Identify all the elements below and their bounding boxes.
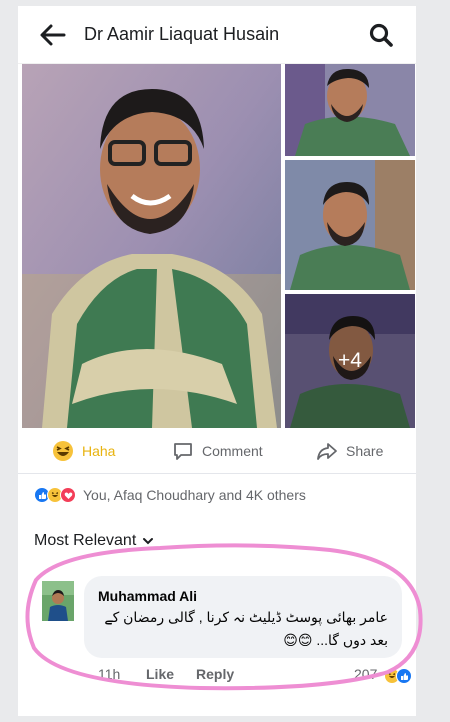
haha-emoji-icon — [53, 441, 73, 461]
comment-button[interactable]: Comment — [172, 440, 263, 462]
photo-thumb-2[interactable] — [285, 160, 415, 290]
comment-icon — [174, 443, 192, 460]
comment-reaction-count: 207 — [354, 666, 378, 682]
search-icon[interactable] — [368, 22, 394, 48]
more-photos-count: +4 — [285, 294, 415, 428]
photo-main[interactable] — [22, 64, 281, 428]
haha-label: Haha — [82, 443, 116, 459]
share-button[interactable]: Share — [316, 440, 383, 462]
comment-reaction-icons[interactable] — [384, 668, 412, 684]
reaction-summary-text: You, Afaq Choudhary and 4K others — [83, 487, 306, 503]
photo-thumb-1[interactable] — [285, 64, 415, 156]
header: Dr Aamir Liaquat Husain — [18, 6, 416, 64]
comment-author[interactable]: Muhammad Ali — [98, 588, 197, 604]
reaction-icons — [34, 487, 76, 503]
comment-label: Comment — [202, 443, 263, 459]
sort-label: Most Relevant — [34, 532, 137, 549]
commenter-avatar[interactable] — [42, 581, 74, 621]
chevron-down-icon — [143, 538, 154, 545]
comment-bubble: Muhammad Ali عامر بھائی پوسٹ ڈیلیٹ نہ کر… — [84, 576, 402, 658]
page-title: Dr Aamir Liaquat Husain — [84, 24, 280, 44]
back-arrow-icon[interactable] — [38, 22, 66, 48]
haha-reaction-button[interactable]: Haha — [52, 440, 115, 462]
comment-like-button[interactable]: Like — [146, 666, 174, 682]
comment-text: عامر بھائی پوسٹ ڈیلیٹ نہ کرنا , گالی رمض… — [104, 609, 388, 648]
comment-reply-button[interactable]: Reply — [196, 666, 234, 682]
comment-sort-dropdown[interactable]: Most Relevant — [34, 532, 154, 550]
photo-grid: +4 — [22, 64, 415, 428]
share-label: Share — [346, 443, 384, 459]
post-actions: Haha Comment Share — [18, 430, 416, 474]
share-icon — [317, 443, 337, 460]
post-screen: Dr Aamir Liaquat Husain +4 Haha Comment … — [18, 6, 416, 716]
like-reaction-icon — [396, 668, 412, 684]
comment-time: 11h — [98, 666, 121, 682]
reaction-summary[interactable]: You, Afaq Choudhary and 4K others — [34, 484, 306, 506]
photo-thumb-more[interactable]: +4 — [285, 294, 415, 428]
comment-meta: 11h Like Reply 207 — [98, 666, 412, 686]
love-reaction-icon — [60, 487, 76, 503]
